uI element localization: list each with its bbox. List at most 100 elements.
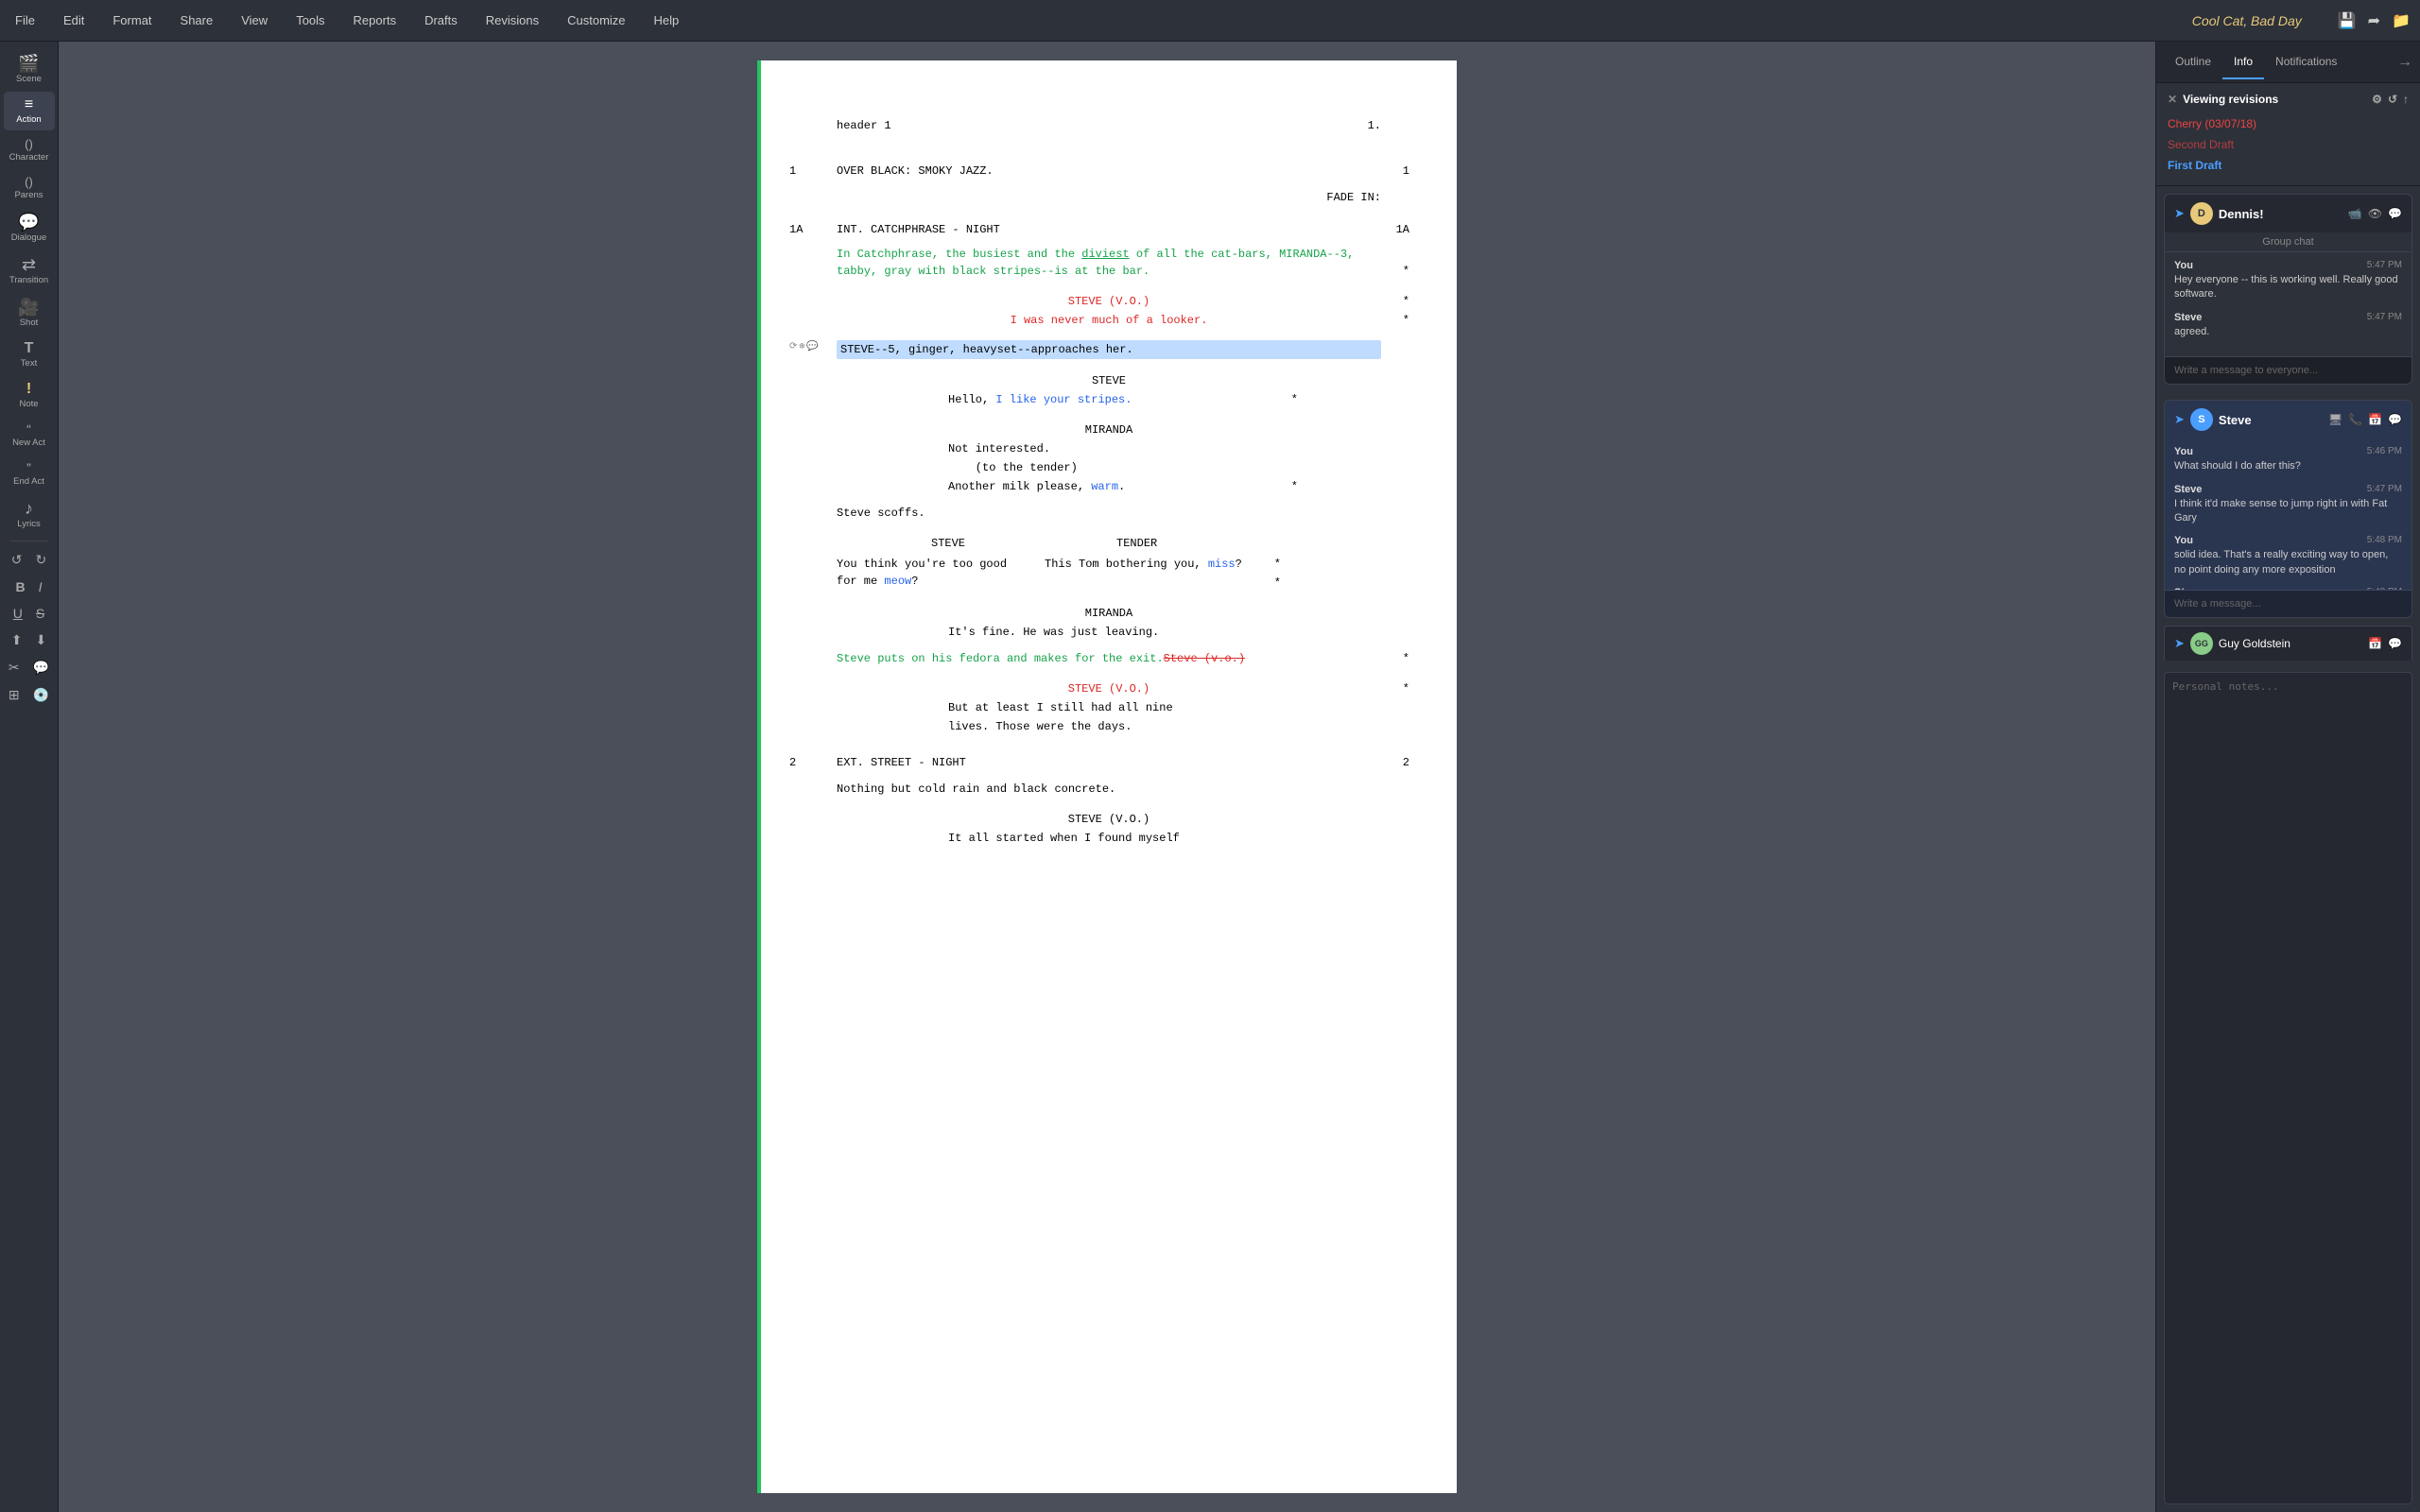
- grid-button[interactable]: ⊞: [4, 684, 25, 706]
- menu-customize[interactable]: Customize: [562, 9, 631, 31]
- save-icon[interactable]: 💾: [2338, 11, 2357, 30]
- menu-revisions[interactable]: Revisions: [480, 9, 544, 31]
- comment-button[interactable]: 💬: [28, 657, 54, 679]
- send-icon-guy: ➤: [2174, 636, 2185, 651]
- steve-scoffs: Steve scoffs.: [837, 505, 1381, 522]
- guy-calendar-icon[interactable]: 📅: [2368, 637, 2382, 650]
- folder-icon[interactable]: 📁: [2392, 11, 2411, 30]
- end-act-label: End Act: [13, 476, 44, 487]
- dual-tender-char: TENDER: [1116, 535, 1157, 552]
- upload-button[interactable]: ⬆: [7, 629, 27, 651]
- right-panel: Outline Info Notifications → ✕ Viewing r…: [2155, 42, 2420, 1512]
- tool-character[interactable]: () Character: [4, 132, 55, 168]
- dual-asterisk2: *: [1274, 575, 1281, 592]
- strikethrough-button[interactable]: S: [31, 603, 49, 624]
- steve-msg-1-sender: You: [2174, 446, 2193, 457]
- dennis-video-icon[interactable]: 📹: [2348, 207, 2362, 220]
- dennis-msg-1: You 5:47 PM Hey everyone -- this is work…: [2174, 260, 2402, 302]
- menu-format[interactable]: Format: [107, 9, 157, 31]
- dialogue-icon: 💬: [18, 214, 39, 231]
- steve-vo2-char: STEVE (V.O.) *: [837, 680, 1381, 697]
- personal-notes-input[interactable]: [2164, 672, 2412, 1504]
- revisions-title: ✕ Viewing revisions ⚙ ↺ ↑: [2168, 93, 2409, 106]
- script-page: header 1 1. 1 OVER BLACK: SMOKY JAZZ. 1 …: [757, 60, 1457, 1493]
- cold-rain-action: Nothing but cold rain and black concrete…: [837, 781, 1381, 798]
- toolbar-bottom-row2: B I: [7, 575, 50, 599]
- character-label: Character: [9, 152, 49, 163]
- tool-scene[interactable]: 🎬 Scene: [4, 49, 55, 90]
- tool-lyrics[interactable]: ♪ Lyrics: [4, 494, 55, 535]
- tab-outline[interactable]: Outline: [2164, 45, 2222, 79]
- tool-dialogue[interactable]: 💬 Dialogue: [4, 208, 55, 249]
- steve-calendar-icon[interactable]: 📅: [2368, 413, 2382, 426]
- tab-info[interactable]: Info: [2222, 45, 2264, 79]
- menu-drafts[interactable]: Drafts: [419, 9, 463, 31]
- underline-button[interactable]: U: [9, 603, 27, 624]
- script-container[interactable]: header 1 1. 1 OVER BLACK: SMOKY JAZZ. 1 …: [59, 42, 2155, 1512]
- steve-chat-input[interactable]: [2165, 590, 2411, 617]
- revision-first[interactable]: First Draft: [2168, 155, 2409, 176]
- italic-button[interactable]: I: [34, 576, 47, 597]
- steve-msg-2-text: I think it'd make sense to jump right in…: [2174, 497, 2402, 526]
- tool-new-act[interactable]: “ New Act: [4, 417, 55, 454]
- steve-phone-icon[interactable]: 📞: [2348, 413, 2362, 426]
- cold-rain-text: Nothing but cold rain and black concrete…: [837, 782, 1115, 796]
- lyrics-icon: ♪: [25, 500, 33, 517]
- guy-chat-icon[interactable]: 💬: [2388, 637, 2402, 650]
- script-page-number: 1.: [1368, 117, 1381, 134]
- revisions-close[interactable]: ✕: [2168, 93, 2177, 106]
- menu-edit[interactable]: Edit: [58, 9, 90, 31]
- miranda2-dialogue: It's fine. He was just leaving.: [948, 624, 1270, 641]
- dennis-msg-2-time: 5:47 PM: [2367, 312, 2402, 323]
- fade-in-text: FADE IN:: [1326, 191, 1381, 204]
- tab-notifications[interactable]: Notifications: [2264, 45, 2348, 79]
- tool-transition[interactable]: ⇄ Transition: [4, 250, 55, 291]
- download-button[interactable]: ⬇: [31, 629, 52, 651]
- guy-header: ➤ GG Guy Goldstein 📅 💬: [2164, 626, 2412, 661]
- steve-action-line[interactable]: ⟳ ⊕ 💬 STEVE--5, ginger, heavyset--approa…: [837, 340, 1381, 359]
- miranda-d1: Not interested.: [948, 440, 1270, 457]
- steve-msg-1-time: 5:46 PM: [2367, 446, 2402, 457]
- revision-cherry[interactable]: Cherry (03/07/18): [2168, 113, 2409, 134]
- redo-button[interactable]: ↻: [31, 549, 52, 571]
- dennis-chat-icon[interactable]: 💬: [2388, 207, 2402, 220]
- miranda-dialogue-block: Not interested. (to the tender) Another …: [948, 440, 1270, 495]
- tool-end-act[interactable]: ” End Act: [4, 455, 55, 492]
- group-chat-label[interactable]: Group chat: [2165, 232, 2411, 252]
- rev-action-undo[interactable]: ↺: [2388, 93, 2397, 106]
- menu-help[interactable]: Help: [648, 9, 685, 31]
- dennis-eye-icon[interactable]: 👁: [2368, 207, 2382, 220]
- menu-tools[interactable]: Tools: [290, 9, 330, 31]
- miranda2-char-text: MIRANDA: [1085, 607, 1132, 620]
- dennis-chat-input[interactable]: [2165, 356, 2411, 384]
- tool-action[interactable]: ≡ Action: [4, 92, 55, 130]
- menu-file[interactable]: File: [9, 9, 41, 31]
- menu-reports[interactable]: Reports: [348, 9, 403, 31]
- share-icon[interactable]: ➦: [2368, 11, 2380, 30]
- menu-view[interactable]: View: [235, 9, 273, 31]
- tool-parens[interactable]: () Parens: [4, 170, 55, 206]
- menu-share[interactable]: Share: [175, 9, 219, 31]
- steve-chat-header: ➤ S Steve 🖥 📞 📅 💬: [2165, 401, 2411, 438]
- disk-button[interactable]: 💿: [28, 684, 54, 706]
- dennis-msg-2-header: Steve 5:47 PM: [2174, 312, 2402, 323]
- steve-msg-1: You 5:46 PM What should I do after this?: [2174, 446, 2402, 473]
- scissors-button[interactable]: ✂: [4, 657, 25, 679]
- bold-button[interactable]: B: [10, 576, 29, 597]
- rev-icon-chat: 💬: [806, 340, 818, 354]
- miranda-paren: (to the tender): [948, 459, 1270, 476]
- steve-msg-2-sender: Steve: [2174, 484, 2202, 495]
- left-toolbar: 🎬 Scene ≡ Action () Character () Parens …: [0, 42, 59, 1512]
- panel-collapse[interactable]: →: [2397, 54, 2412, 71]
- page-header: header 1 1.: [837, 117, 1381, 134]
- tool-shot[interactable]: 🎥 Shot: [4, 293, 55, 334]
- personal-notes: [2164, 672, 2412, 1504]
- steve-monitor-icon[interactable]: 🖥: [2328, 413, 2342, 426]
- tool-note[interactable]: ! Note: [4, 376, 55, 415]
- revision-second[interactable]: Second Draft: [2168, 134, 2409, 155]
- rev-action-up[interactable]: ↑: [2403, 93, 2409, 106]
- rev-action-settings[interactable]: ⚙: [2372, 93, 2382, 106]
- steve-chat-icon[interactable]: 💬: [2388, 413, 2402, 426]
- tool-text[interactable]: T Text: [4, 335, 55, 374]
- undo-button[interactable]: ↺: [7, 549, 27, 571]
